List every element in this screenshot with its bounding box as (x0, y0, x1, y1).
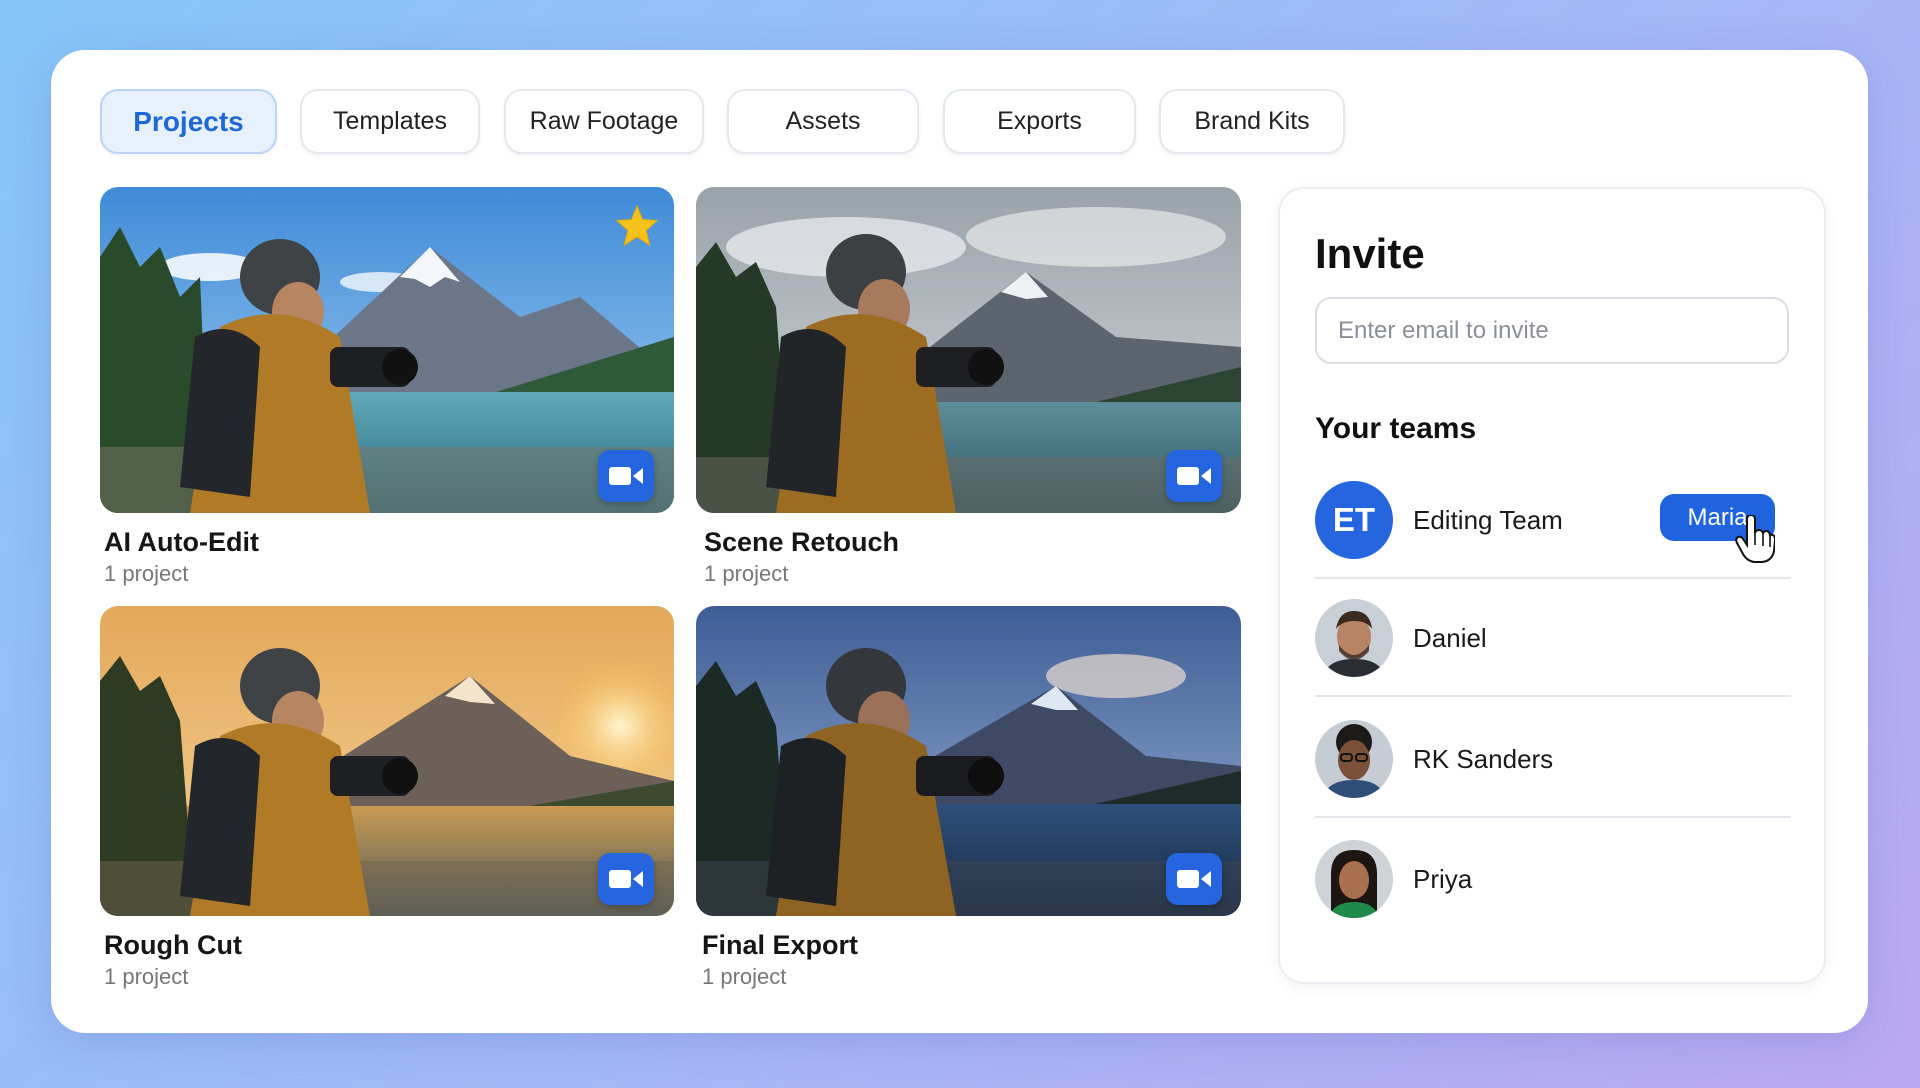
video-camera-icon (1166, 853, 1222, 905)
main-card: Projects Templates Raw Footage Assets Ex… (51, 50, 1868, 1033)
teams-heading: Your teams (1315, 412, 1477, 445)
member-name: Priya (1413, 864, 1473, 894)
member-row[interactable]: Priya (1315, 834, 1791, 924)
member-row[interactable]: RK Sanders (1315, 714, 1791, 818)
project-card[interactable]: Scene Retouch 1 project (696, 187, 1241, 587)
member-avatar (1315, 840, 1393, 918)
project-subtitle: 1 project (704, 561, 789, 586)
project-subtitle: 1 project (104, 964, 189, 989)
tab-templates[interactable]: Templates (300, 89, 480, 154)
team-row[interactable]: ET Editing Team Maria (1315, 475, 1791, 579)
tab-assets[interactable]: Assets (727, 89, 919, 154)
member-row[interactable]: Daniel (1315, 593, 1791, 697)
tab-projects[interactable]: Projects (100, 89, 277, 154)
video-camera-icon (598, 853, 654, 905)
project-title: Rough Cut (104, 930, 242, 960)
star-icon[interactable] (615, 204, 659, 246)
panel-title: Invite (1315, 230, 1425, 277)
member-name: Daniel (1413, 623, 1487, 653)
project-subtitle: 1 project (104, 561, 189, 586)
project-card[interactable]: AI Auto-Edit 1 project (100, 187, 674, 587)
project-thumbnail[interactable] (696, 187, 1241, 513)
tab-exports[interactable]: Exports (943, 89, 1136, 154)
divider (1315, 695, 1791, 697)
hand-pointer-icon (1735, 513, 1777, 568)
video-camera-icon (1166, 450, 1222, 502)
member-name: RK Sanders (1413, 744, 1554, 774)
project-title: Final Export (702, 930, 859, 960)
member-avatar (1315, 599, 1393, 677)
divider (1315, 816, 1791, 818)
email-invite-input[interactable] (1315, 297, 1789, 364)
project-thumbnail[interactable] (100, 187, 674, 513)
project-thumbnail[interactable] (696, 606, 1241, 916)
video-camera-icon (598, 450, 654, 502)
invite-panel: Invite Your teams ET Editing Team Maria (1278, 187, 1826, 984)
project-card[interactable]: Final Export 1 project (696, 606, 1241, 1006)
project-subtitle: 1 project (702, 964, 787, 989)
project-title: AI Auto-Edit (104, 527, 259, 557)
project-title: Scene Retouch (704, 527, 900, 557)
team-avatar: ET (1315, 481, 1393, 559)
divider (1315, 577, 1791, 579)
project-card[interactable]: Rough Cut 1 project (100, 606, 674, 1006)
member-avatar (1315, 720, 1393, 798)
tab-brand-kits[interactable]: Brand Kits (1159, 89, 1345, 154)
project-thumbnail[interactable] (100, 606, 674, 916)
tab-raw-footage[interactable]: Raw Footage (504, 89, 704, 154)
team-name: Editing Team (1413, 505, 1563, 535)
